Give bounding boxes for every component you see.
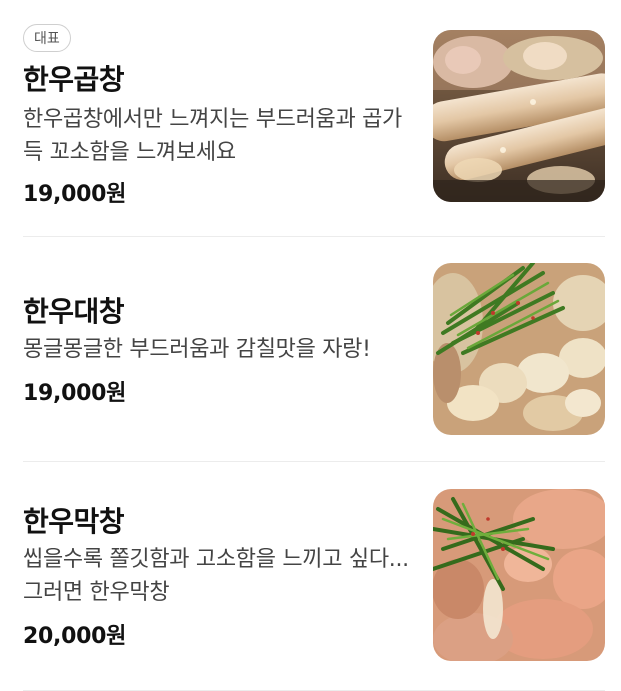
- menu-item-price: 19,000원: [23, 182, 127, 207]
- menu-item-description: 씹을수록 쫄깃함과 고소함을 느끼고 싶다...그러면 한우막창: [23, 547, 409, 605]
- grilled-gopchang-photo: [433, 30, 605, 202]
- makchang-with-chives-photo: [433, 489, 605, 661]
- menu-item-description: 몽글몽글한 부드러움과 감칠맛을 자랑!: [23, 337, 371, 362]
- daechang-with-chives-photo: [433, 263, 605, 435]
- menu-item-photo[interactable]: [433, 30, 605, 202]
- menu-item-photo[interactable]: [433, 263, 605, 435]
- menu-item-photo[interactable]: [433, 489, 605, 661]
- menu-item-price: 20,000원: [23, 624, 127, 649]
- signature-badge: 대표: [23, 24, 71, 52]
- menu-item-description: 한우곱창에서만 느껴지는 부드러움과 곱가득 꼬소함을 느껴보세요: [23, 107, 403, 165]
- menu-item-name: 한우곱창: [23, 63, 125, 96]
- menu-item-name: 한우막창: [23, 505, 125, 538]
- menu-item-name: 한우대창: [23, 295, 125, 328]
- menu-item-price: 19,000원: [23, 381, 127, 406]
- menu-item-hanwoo-gopchang[interactable]: 대표 한우곱창 한우곱창에서만 느껴지는 부드러움과 곱가득 꼬소함을 느껴보세…: [0, 0, 621, 236]
- menu-item-hanwoo-daechang[interactable]: 한우대창 몽글몽글한 부드러움과 감칠맛을 자랑! 19,000원: [0, 237, 621, 461]
- menu-list: 대표 한우곱창 한우곱창에서만 느껴지는 부드러움과 곱가득 꼬소함을 느껴보세…: [0, 0, 621, 691]
- menu-item-hanwoo-makchang[interactable]: 한우막창 씹을수록 쫄깃함과 고소함을 느끼고 싶다...그러면 한우막창 20…: [0, 462, 621, 691]
